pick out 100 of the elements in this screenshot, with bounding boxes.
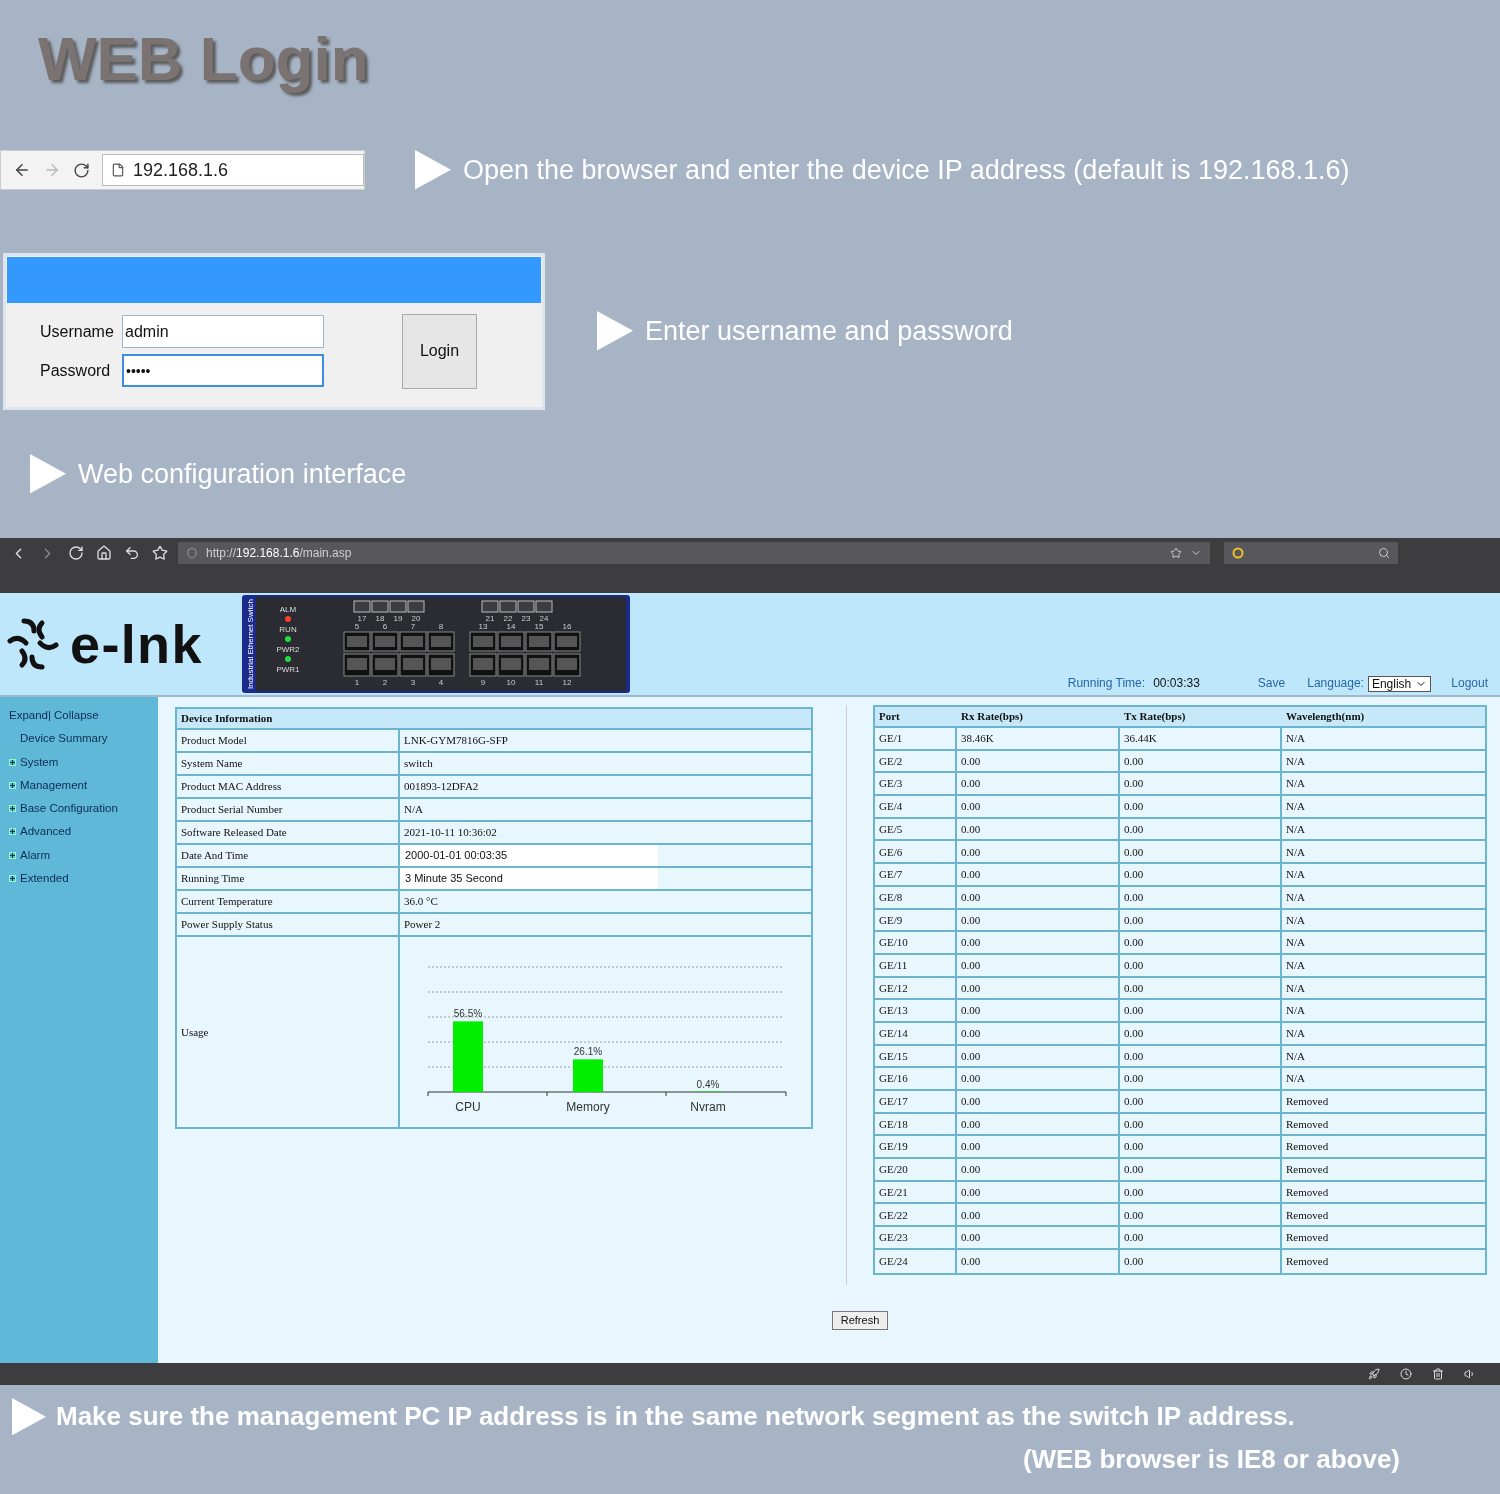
speaker-icon[interactable] (1464, 1368, 1476, 1380)
table-cell: 0.00 (1120, 1136, 1282, 1158)
running-time-label: Running Time: (1067, 675, 1146, 692)
instruction-text: Open the browser and enter the device IP address (default is 192.168.1.6) (463, 154, 1350, 187)
star-icon[interactable] (1170, 547, 1182, 559)
table-cell: 0.00 (1120, 1022, 1282, 1044)
url-field[interactable]: http://192.168.1.6/main.asp (178, 542, 1210, 564)
table-cell: GE/9 (875, 909, 957, 931)
table-cell: GE/11 (875, 954, 957, 976)
table-cell-text: N/A (1285, 799, 1306, 815)
table-cell-text: N/A (1285, 731, 1306, 747)
sidebar-item[interactable]: Extended (9, 869, 158, 887)
column-header: Port (878, 709, 901, 725)
sidebar-item[interactable]: Alarm (9, 846, 158, 864)
table-cell-text: Removed (1285, 1139, 1330, 1155)
table-cell: 0.00 (957, 1204, 1120, 1226)
username-field[interactable]: admin (122, 315, 324, 348)
table-cell: 0.00 (1120, 1091, 1282, 1112)
table-cell: 0.00 (1120, 1045, 1282, 1067)
language-select[interactable]: English (1367, 676, 1432, 692)
star-icon[interactable] (152, 545, 168, 561)
refresh-button[interactable]: Refresh (831, 1310, 889, 1330)
plus-icon (9, 828, 16, 836)
expand-link[interactable]: Expand| (9, 707, 51, 725)
table-cell: Product Model (177, 730, 400, 751)
table-cell-text: 001893-12DFA2 (403, 779, 479, 795)
plus-icon (9, 851, 16, 859)
table-cell: 0.00 (1120, 1159, 1282, 1180)
table-cell: 0.00 (1120, 1227, 1282, 1248)
table-cell: GE/16 (875, 1068, 957, 1089)
table-cell: GE/8 (875, 886, 957, 908)
table-cell: 0.00 (1120, 1204, 1282, 1226)
usage-bar (453, 1021, 483, 1092)
table-cell: GE/13 (875, 1000, 957, 1021)
table-cell: 0.00 (1120, 864, 1282, 885)
table-cell: GE/20 (875, 1159, 957, 1180)
sidebar-item[interactable]: Management (9, 776, 158, 794)
table-cell-text: N/A (1285, 867, 1306, 883)
table-cell: Current Temperature (177, 891, 400, 912)
table-cell: GE/12 (875, 977, 957, 999)
table-cell: 0.00 (957, 1136, 1120, 1158)
collapse-link[interactable]: Collapse (54, 707, 99, 725)
table-cell: 36.44K (1120, 728, 1282, 749)
reload-icon[interactable] (68, 545, 84, 561)
table-cell: GE/18 (875, 1113, 957, 1135)
table-cell-text: N/A (1285, 957, 1306, 973)
play-triangle-icon (30, 453, 66, 494)
table-cell: 0.00 (1120, 1249, 1282, 1273)
table-cell: 0.00 (1120, 841, 1282, 863)
table-cell: 3 Minute 35 Second (400, 868, 658, 889)
search-field[interactable] (1224, 542, 1398, 564)
table-cell: 0.00 (1120, 909, 1282, 931)
sidebar-item[interactable]: System (9, 753, 158, 771)
play-triangle-icon (12, 1397, 46, 1436)
table-cell-text: N/A (403, 802, 423, 818)
footer-note: Make sure the management PC IP address is in the same network segment as the switch IP address. (56, 1400, 1295, 1433)
table-cell-text: N/A (1285, 753, 1306, 769)
save-link[interactable]: Save (1257, 674, 1286, 692)
table-cell-text: N/A (1285, 821, 1306, 837)
url-field[interactable]: 192.168.1.6 (102, 154, 364, 187)
reload-icon[interactable] (73, 161, 90, 179)
table-cell: GE/19 (875, 1136, 957, 1158)
search-icon[interactable] (1378, 547, 1390, 559)
trash-icon[interactable] (1432, 1368, 1444, 1380)
column-header: Tx Rate(bps) (1123, 709, 1187, 725)
logout-link[interactable]: Logout (1451, 674, 1488, 692)
table-cell: 0.00 (957, 1068, 1120, 1089)
language-label: Language: (1307, 675, 1364, 692)
footer-note: (WEB browser is IE8 or above) (1022, 1443, 1400, 1476)
table-cell: 0.00 (957, 773, 1120, 795)
table-cell-text: N/A (1285, 889, 1306, 905)
plus-icon (9, 874, 16, 882)
sidebar-item[interactable]: Device Summary (9, 730, 158, 748)
table-cell: 0.00 (1120, 1113, 1282, 1135)
undo-icon[interactable] (124, 545, 140, 561)
table-cell: 0.00 (957, 750, 1120, 772)
table-cell-text: N/A (1285, 1048, 1306, 1064)
table-cell: 0.00 (957, 954, 1120, 976)
login-button[interactable]: Login (402, 313, 477, 389)
table-cell: 0.00 (957, 1000, 1120, 1021)
table-cell: 38.46K (957, 728, 1120, 749)
table-cell: 2000-01-01 00:03:35 (400, 845, 658, 866)
table-cell: GE/15 (875, 1045, 957, 1067)
play-triangle-icon (415, 150, 451, 191)
home-icon[interactable] (96, 545, 112, 561)
table-cell: System Name (177, 753, 400, 774)
table-cell-text: N/A (1285, 980, 1306, 996)
rocket-icon[interactable] (1368, 1368, 1380, 1380)
plus-icon (9, 781, 16, 789)
table-cell: 0.00 (1120, 1181, 1282, 1203)
table-cell: Product Serial Number (177, 799, 400, 820)
password-field[interactable]: ••••• (122, 354, 324, 387)
table-cell: Software Released Date (177, 822, 400, 843)
table-cell: 0.00 (1120, 932, 1282, 953)
table-cell: 0.00 (957, 1249, 1120, 1273)
clock-icon[interactable] (1400, 1368, 1412, 1380)
sidebar-item[interactable]: Base Configuration (9, 800, 158, 818)
table-header: Device Information (177, 709, 811, 730)
sidebar-item[interactable]: Advanced (9, 823, 158, 841)
switch-front-panel-drawing: Industrial Ethernet Switch ALM RUN PWR2 PWR1 17 18 19 20 21 22 23 24 5 1 6 2 7 3 8 4 13 9 14 10 15 11 16 12 (242, 595, 630, 693)
